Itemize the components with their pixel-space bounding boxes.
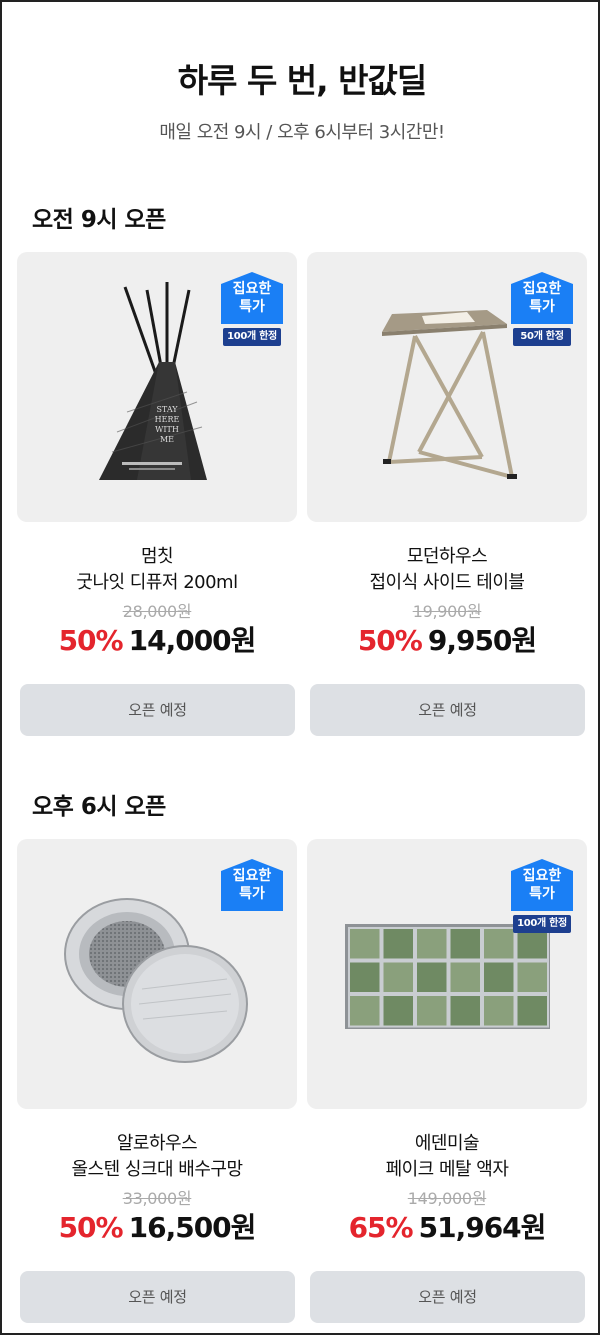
limited-quantity-tag: 50개 한정 — [513, 328, 571, 346]
original-price: 19,900원 — [412, 602, 482, 621]
glass-block — [482, 994, 516, 1028]
product-brand: 멈칫 — [140, 546, 174, 567]
svg-text:HERE: HERE — [155, 415, 180, 424]
section-title-evening: 오후 6시 오픈 — [32, 794, 166, 820]
special-deal-badge: 집요한특가 100개 한정 — [221, 272, 283, 346]
badge-line1: 집요한 — [232, 868, 272, 884]
special-deal-badge: 집요한특가 — [221, 859, 283, 911]
glass-block — [448, 994, 482, 1028]
glass-block — [515, 994, 549, 1028]
glass-block — [415, 927, 449, 961]
discount-rate: 50% — [357, 624, 423, 657]
glass-block — [482, 927, 516, 961]
badge-line1: 집요한 — [232, 281, 272, 297]
svg-text:ME: ME — [160, 435, 174, 444]
sale-price: 16,500원 — [128, 1211, 257, 1244]
badge-line1: 집요한 — [522, 868, 562, 884]
product-brand: 에덴미술 — [414, 1133, 480, 1154]
glass-block — [348, 927, 382, 961]
glass-block — [448, 960, 482, 994]
svg-text:STAY: STAY — [156, 405, 178, 414]
product-name[interactable]: 굿나잇 디퓨저 200ml — [17, 570, 297, 596]
product-card-diffuser[interactable]: STAY HERE WITH ME 집요한특가 100개 한정 멈칫 굿나잇 디… — [17, 252, 297, 736]
product-card-metal-frame[interactable]: 집요한특가 100개 한정 에덴미술 페이크 메탈 액자 149,000원 65… — [307, 839, 587, 1323]
badge-line1: 집요한 — [522, 281, 562, 297]
open-soon-button[interactable]: 오픈 예정 — [20, 1271, 295, 1323]
original-price: 28,000원 — [122, 602, 192, 621]
product-card-side-table[interactable]: 집요한특가 50개 한정 모던하우스 접이식 사이드 테이블 19,900원 5… — [307, 252, 587, 736]
page-subtitle: 매일 오전 9시 / 오후 6시부터 3시간만! — [159, 122, 445, 143]
product-image-box[interactable]: 집요한특가 50개 한정 — [307, 252, 587, 522]
product-name[interactable]: 올스텐 싱크대 배수구망 — [17, 1157, 297, 1183]
discount-rate: 50% — [58, 1211, 124, 1244]
original-price: 33,000원 — [122, 1189, 192, 1208]
section-title-morning: 오전 9시 오픈 — [32, 207, 166, 233]
special-deal-badge: 집요한특가 100개 한정 — [511, 859, 573, 933]
product-image-box[interactable]: 집요한특가 — [17, 839, 297, 1109]
glass-block — [515, 960, 549, 994]
discount-rate: 65% — [348, 1211, 414, 1244]
discount-rate: 50% — [58, 624, 124, 657]
badge-line2: 특가 — [239, 299, 265, 315]
product-name[interactable]: 접이식 사이드 테이블 — [307, 570, 587, 596]
glass-block — [482, 960, 516, 994]
limited-quantity-tag: 100개 한정 — [223, 328, 281, 346]
glass-block — [381, 927, 415, 961]
product-brand: 알로하우스 — [116, 1133, 198, 1154]
product-image-box[interactable]: STAY HERE WITH ME 집요한특가 100개 한정 — [17, 252, 297, 522]
glass-block — [381, 994, 415, 1028]
badge-line2: 특가 — [529, 299, 555, 315]
open-soon-button[interactable]: 오픈 예정 — [20, 684, 295, 736]
glass-block — [348, 960, 382, 994]
glass-block — [448, 927, 482, 961]
limited-quantity-tag: 100개 한정 — [513, 915, 571, 933]
page-title: 하루 두 번, 반값딜 — [177, 61, 428, 100]
special-deal-badge: 집요한특가 50개 한정 — [511, 272, 573, 346]
sale-price: 14,000원 — [128, 624, 257, 657]
glass-block — [348, 994, 382, 1028]
sale-price: 51,964원 — [418, 1211, 547, 1244]
product-brand: 모던하우스 — [406, 546, 488, 567]
badge-line2: 특가 — [529, 886, 555, 902]
open-soon-button[interactable]: 오픈 예정 — [310, 684, 585, 736]
open-soon-button[interactable]: 오픈 예정 — [310, 1271, 585, 1323]
product-name[interactable]: 페이크 메탈 액자 — [307, 1157, 587, 1183]
glass-block — [381, 960, 415, 994]
sale-price: 9,950원 — [427, 624, 537, 657]
product-card-drain-strainer[interactable]: 집요한특가 알로하우스 올스텐 싱크대 배수구망 33,000원 50% 16,5… — [17, 839, 297, 1323]
svg-text:WITH: WITH — [155, 425, 179, 434]
glass-block — [415, 994, 449, 1028]
page-frame: 하루 두 번, 반값딜 매일 오전 9시 / 오후 6시부터 3시간만! 오전 … — [0, 0, 600, 1335]
original-price: 149,000원 — [407, 1189, 487, 1208]
page-header: 하루 두 번, 반값딜 매일 오전 9시 / 오후 6시부터 3시간만! — [2, 54, 600, 144]
glass-block — [415, 960, 449, 994]
badge-line2: 특가 — [239, 886, 265, 902]
product-image-box[interactable]: 집요한특가 100개 한정 — [307, 839, 587, 1109]
